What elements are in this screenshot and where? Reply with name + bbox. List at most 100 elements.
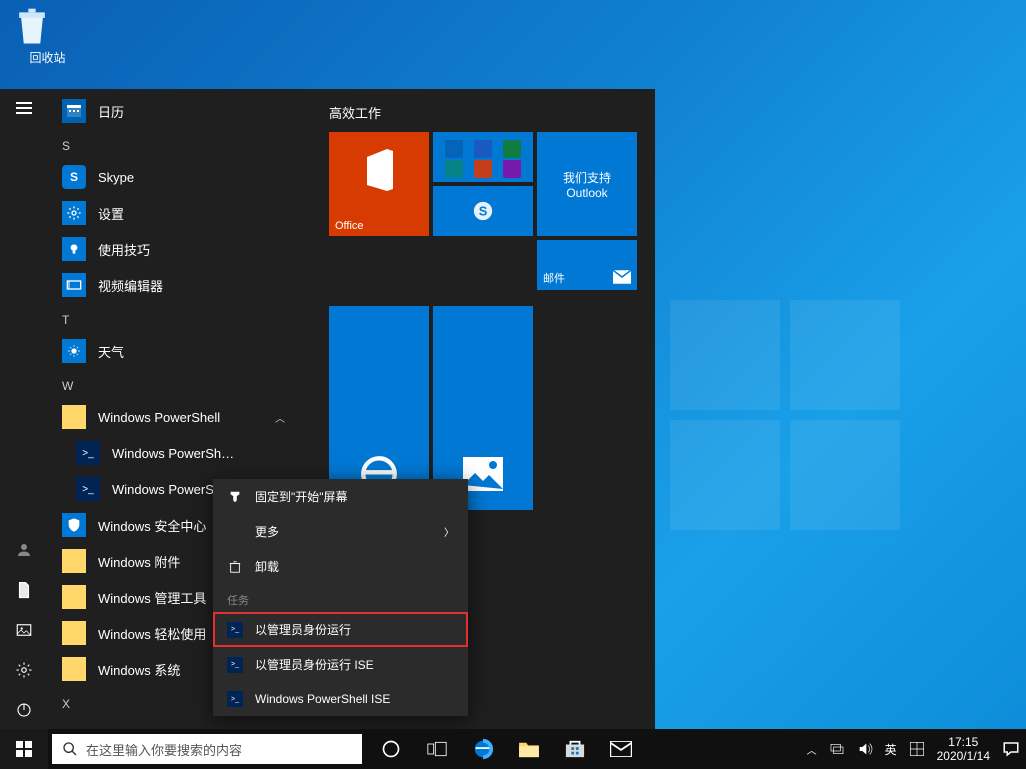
- ctx-ps-ise[interactable]: >_Windows PowerShell ISE: [213, 682, 468, 716]
- letter-header-s[interactable]: S: [48, 129, 313, 159]
- ctx-label: 固定到"开始"屏幕: [255, 488, 348, 505]
- taskbar-mail[interactable]: [610, 738, 632, 760]
- app-label: Windows PowerSh…: [112, 446, 234, 461]
- ctx-run-as-admin-ise[interactable]: >_ 以管理员身份运行 ISE: [213, 647, 468, 682]
- ctx-label: 卸载: [255, 558, 279, 575]
- tile-label: Outlook: [542, 186, 632, 200]
- tile-label: 我们支持: [542, 169, 632, 186]
- chevron-right-icon: 〉: [444, 524, 454, 539]
- tile-label: 邮件: [543, 270, 565, 286]
- volume-icon[interactable]: [857, 741, 873, 757]
- svg-text:S: S: [479, 204, 488, 219]
- gear-icon: [62, 201, 86, 225]
- ime-mode-icon[interactable]: [909, 741, 925, 757]
- letter-header-w[interactable]: W: [48, 369, 313, 399]
- tile-office-apps[interactable]: [433, 132, 533, 182]
- tile-outlook[interactable]: 我们支持 Outlook: [537, 132, 637, 236]
- system-tray: ︿ 英 17:15 2020/1/14: [807, 735, 1026, 764]
- recycle-bin-label: 回收站: [10, 49, 85, 66]
- tile-skype[interactable]: S: [433, 186, 533, 236]
- clock[interactable]: 17:15 2020/1/14: [937, 735, 990, 764]
- ctx-label: 以管理员身份运行 ISE: [255, 656, 374, 673]
- ctx-more[interactable]: 更多 〉: [213, 514, 468, 549]
- letter-header-t[interactable]: T: [48, 303, 313, 333]
- shield-icon: [62, 513, 86, 537]
- action-center-icon[interactable]: [1002, 740, 1020, 758]
- app-label: Windows 管理工具: [98, 588, 206, 607]
- video-icon: [62, 273, 86, 297]
- user-icon[interactable]: [15, 541, 33, 559]
- app-tips[interactable]: 使用技巧: [48, 231, 313, 267]
- ime-indicator[interactable]: 英: [885, 741, 897, 758]
- taskbar-explorer[interactable]: [518, 738, 540, 760]
- skype-icon: S: [62, 165, 86, 189]
- cortana-button[interactable]: [380, 738, 402, 760]
- clock-date: 2020/1/14: [937, 749, 990, 763]
- app-label: Windows 附件: [98, 552, 180, 571]
- app-label: 视频编辑器: [98, 276, 163, 295]
- ctx-pin-to-start[interactable]: 固定到"开始"屏幕: [213, 479, 468, 514]
- photos-icon: [463, 457, 503, 491]
- taskbar: 在这里输入你要搜索的内容 ︿ 英 17:15 2020/1/14: [0, 729, 1026, 769]
- powershell-icon: >_: [76, 441, 100, 465]
- start-button[interactable]: [0, 729, 48, 769]
- app-calendar[interactable]: 日历: [48, 93, 313, 129]
- ctx-label: 更多: [255, 523, 279, 540]
- bulb-icon: [62, 237, 86, 261]
- task-view-button[interactable]: [426, 738, 448, 760]
- recycle-bin-icon: [10, 5, 54, 49]
- windows-icon: [16, 741, 32, 757]
- folder-icon: [62, 585, 86, 609]
- app-settings[interactable]: 设置: [48, 195, 313, 231]
- app-label: Windows 系统: [98, 660, 180, 679]
- tray-overflow[interactable]: ︿: [807, 742, 817, 757]
- app-label: Windows 安全中心: [98, 516, 206, 535]
- app-skype[interactable]: S Skype: [48, 159, 313, 195]
- calendar-icon: [62, 99, 86, 123]
- pin-icon: [227, 489, 243, 505]
- tile-group-title[interactable]: 高效工作: [329, 103, 639, 122]
- taskbar-store[interactable]: [564, 738, 586, 760]
- folder-icon: [62, 657, 86, 681]
- hamburger-icon[interactable]: [16, 99, 32, 117]
- app-label: Windows PowerS…: [112, 482, 227, 497]
- tile-label: Office: [335, 220, 364, 232]
- app-ps-folder[interactable]: Windows PowerShell︿: [48, 399, 313, 435]
- pictures-icon[interactable]: [15, 621, 33, 639]
- app-label: 天气: [98, 342, 124, 361]
- recycle-bin[interactable]: 回收站: [10, 5, 85, 66]
- taskbar-edge[interactable]: [472, 738, 494, 760]
- powershell-icon: >_: [227, 622, 243, 638]
- trash-icon: [227, 559, 243, 575]
- folder-icon: [62, 549, 86, 573]
- search-box[interactable]: 在这里输入你要搜索的内容: [52, 734, 362, 764]
- app-weather[interactable]: 天气: [48, 333, 313, 369]
- folder-icon: [62, 405, 86, 429]
- ctx-run-as-admin[interactable]: >_以管理员身份运行: [213, 612, 468, 647]
- powershell-icon: >_: [227, 691, 243, 707]
- ctx-uninstall[interactable]: 卸载: [213, 549, 468, 584]
- powershell-icon: >_: [227, 657, 243, 673]
- power-icon[interactable]: [15, 701, 33, 719]
- app-label: Windows 轻松使用: [98, 624, 206, 643]
- mail-icon: [613, 270, 631, 284]
- network-icon[interactable]: [829, 741, 845, 757]
- app-label: 设置: [98, 204, 124, 223]
- app-label: Skype: [98, 170, 134, 185]
- search-icon: [62, 741, 78, 757]
- start-rail: [0, 89, 48, 729]
- skype-icon: S: [472, 200, 494, 222]
- wallpaper-logo: [670, 300, 910, 540]
- chevron-up-icon: ︿: [275, 410, 285, 425]
- app-label: 使用技巧: [98, 240, 150, 259]
- app-video-editor[interactable]: 视频编辑器: [48, 267, 313, 303]
- ctx-tasks-header: 任务: [213, 584, 468, 612]
- tile-office[interactable]: Office: [329, 132, 429, 236]
- context-menu: 固定到"开始"屏幕 更多 〉 卸载 任务 >_以管理员身份运行 >_ 以管理员身份运…: [213, 479, 468, 716]
- documents-icon[interactable]: [15, 581, 33, 599]
- app-ps1[interactable]: >_ Windows PowerSh…: [48, 435, 313, 471]
- office-icon: [359, 145, 399, 195]
- search-placeholder: 在这里输入你要搜索的内容: [86, 740, 242, 759]
- tile-mail[interactable]: 邮件: [537, 240, 637, 290]
- settings-icon[interactable]: [15, 661, 33, 679]
